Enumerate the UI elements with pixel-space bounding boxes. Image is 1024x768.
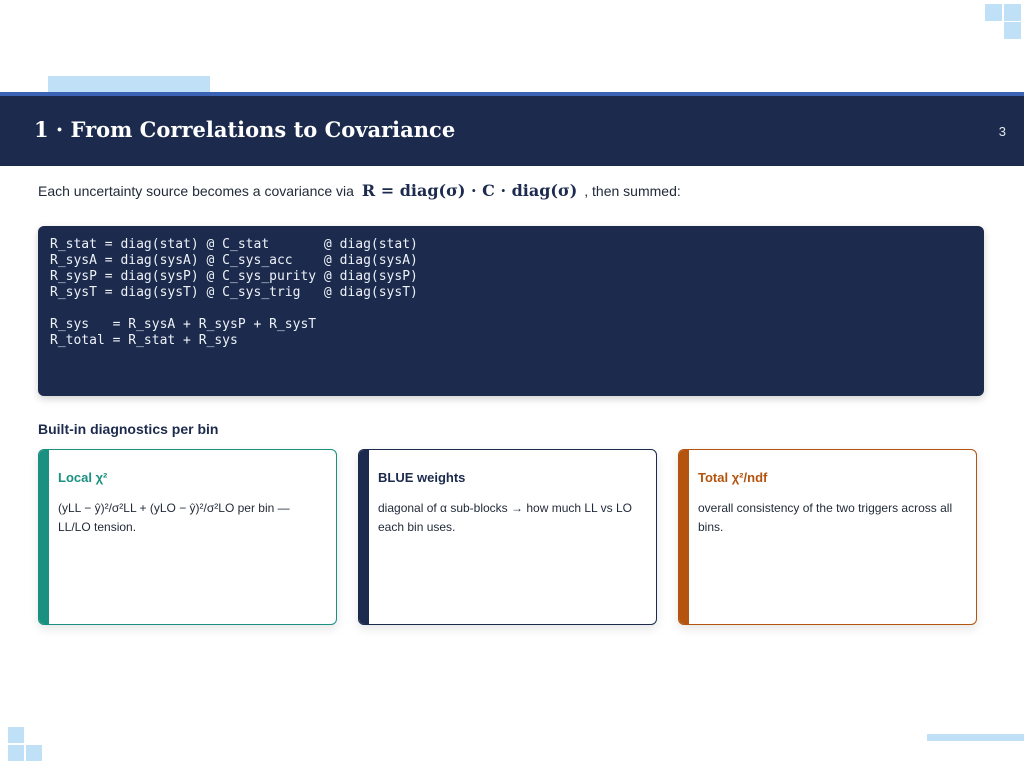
card-body: overall consistency of the two triggers … [698,501,953,534]
footer-accent-bar [927,734,1024,741]
card-title: BLUE weights [378,470,466,485]
decor-square [985,4,1002,21]
diagnostic-card-blue-weights: BLUE weights diagonal of α sub-blocks → … [358,449,657,625]
decor-square [26,745,42,761]
intro-text: Each uncertainty source becomes a covari… [38,181,681,200]
card-title: Local χ² [58,470,108,485]
code-line: R_stat = diag(stat) @ C_stat @ diag(stat… [50,237,418,252]
decor-square [1004,22,1021,39]
section-title: Built-in diagnostics per bin [38,421,219,437]
code-text: R_stat = diag(stat) @ C_stat @ diag(stat… [50,237,418,349]
code-line: R_sysT = diag(sysT) @ C_sys_trig @ diag(… [50,285,418,300]
page-number: 3 [998,124,1006,139]
diagnostic-card-local-chi2: Local χ² (yLL − ŷ)²/σ²LL + (yLO − ŷ)²/σ²… [38,449,337,625]
card-accent-bar [39,450,49,624]
decor-square [8,727,24,743]
decor-square [8,745,24,761]
diagnostic-card-total-chi2: Total χ²/ndf overall consistency of the … [678,449,977,625]
decor-square [1004,4,1021,21]
card-body: (yLL − ŷ)²/σ²LL + (yLO − ŷ)²/σ²LO per bi… [58,501,290,534]
card-accent-bar [679,450,689,624]
code-line: R_sys = R_sysA + R_sysP + R_sysT [50,317,317,332]
code-block: R_stat = diag(stat) @ C_stat @ diag(stat… [38,226,984,396]
code-line: R_sysP = diag(sysP) @ C_sys_purity @ dia… [50,269,418,284]
intro-text-after: , then summed: [584,183,681,199]
code-line: R_total = R_stat + R_sys [50,333,238,348]
code-line: R_sysA = diag(sysA) @ C_sys_acc @ diag(s… [50,253,418,268]
card-accent-bar [359,450,369,624]
card-title: Total χ²/ndf [698,470,768,485]
slide-title: 1 · From Correlations to Covariance [34,117,456,142]
header-tab-accent [48,76,210,92]
card-body: diagonal of α sub-blocks → how much LL v… [378,501,632,534]
intro-text-before: Each uncertainty source becomes a covari… [38,183,354,199]
covariance-formula: R = diag(σ) · C · diag(σ) [361,181,578,200]
